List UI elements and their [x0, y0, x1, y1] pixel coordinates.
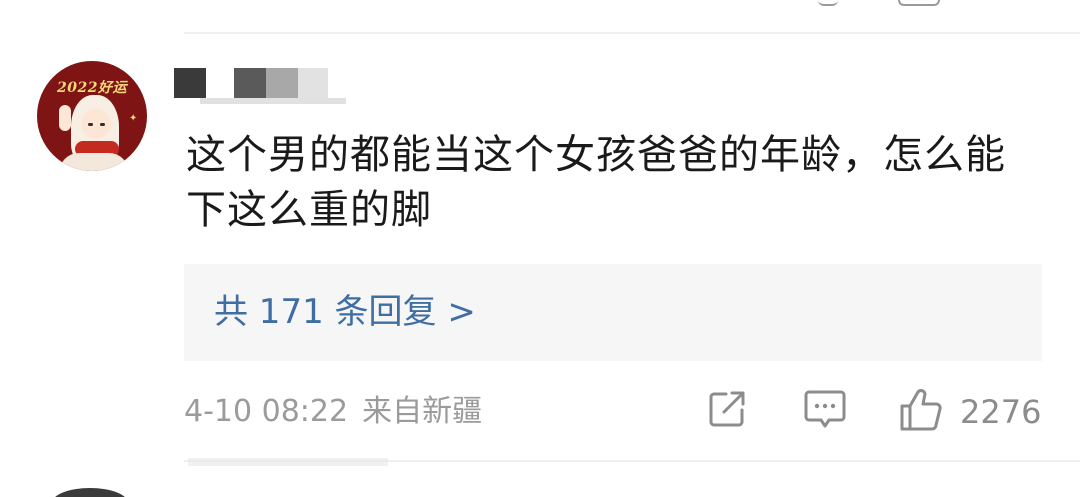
replies-box[interactable]: 共 171 条回复 > [184, 264, 1042, 361]
avatar[interactable] [52, 488, 128, 497]
like-count: 2276 [960, 393, 1042, 431]
comment-feed: 2022好运 ✦ 这个男的都能当这个女孩爸爸的年龄，怎么能下这么重的脚 共 17… [0, 0, 1080, 497]
divider [184, 32, 1080, 34]
avatar-badge-text: 2022好运 [57, 80, 127, 96]
comment-text: 这个男的都能当这个女孩爸爸的年龄，怎么能下这么重的脚 [186, 132, 1006, 233]
username-blurred[interactable] [172, 68, 346, 106]
comment-icon[interactable] [803, 388, 847, 430]
comment-actions [0, 388, 1080, 434]
share-icon[interactable] [706, 388, 748, 430]
avatar[interactable]: 2022好运 ✦ [37, 61, 147, 171]
view-replies-link[interactable]: 共 171 条回复 > [214, 292, 476, 332]
thumbs-up-icon[interactable] [898, 0, 940, 6]
previous-comment-footer [0, 0, 1080, 14]
thumbs-up-icon[interactable] [898, 388, 944, 432]
comment-icon[interactable] [818, 0, 838, 6]
